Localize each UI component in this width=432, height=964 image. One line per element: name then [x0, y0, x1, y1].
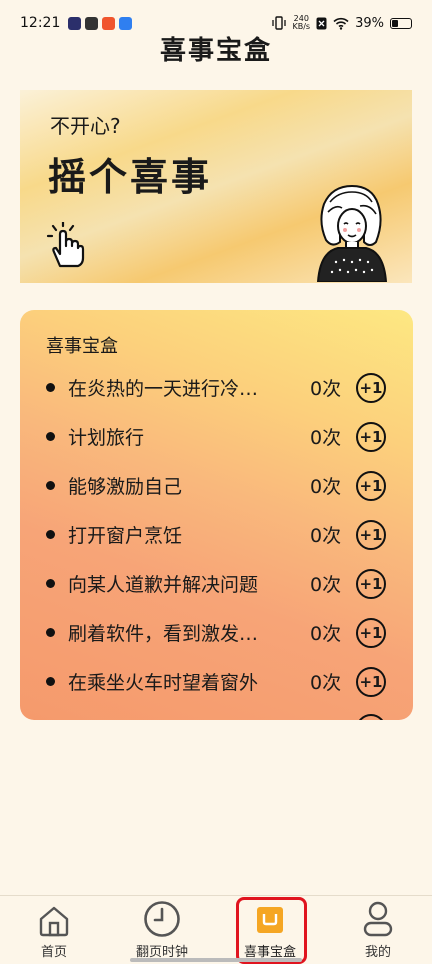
- item-count: 0次: [310, 672, 342, 694]
- plus-one-button[interactable]: +1: [356, 568, 386, 599]
- bullet-icon: [46, 677, 55, 686]
- home-indicator[interactable]: [130, 958, 302, 962]
- item-count: 0次: [310, 476, 342, 498]
- list-item: 在乘坐火车时望着窗外 0次 +1: [20, 657, 413, 706]
- bullet-icon: [46, 628, 55, 637]
- nav-label-home: 首页: [40, 945, 67, 960]
- banner-title: 摇个喜事: [48, 155, 213, 199]
- item-text: 刷着软件，看到激发…: [68, 623, 259, 645]
- item-count: 0次: [310, 427, 342, 449]
- plus-one-button[interactable]: +1: [356, 421, 386, 452]
- item-text: 能够激励自己: [68, 476, 183, 498]
- nav-item-home[interactable]: 首页: [0, 896, 108, 964]
- nav-item-flip-clock[interactable]: 翻页时钟: [108, 896, 216, 964]
- notification-icons: [68, 16, 133, 30]
- happy-box-card: 喜事宝盒 在炎热的一天进行冷… 0次 +1 计划旅行 0次 +1 能够激励自己 …: [20, 310, 413, 720]
- nav-label-me: 我的: [364, 945, 391, 960]
- list-item: 向某人道歉并解决问题 0次 +1: [20, 559, 413, 608]
- girl-illustration: [316, 184, 388, 282]
- list-item: 打开窗户烹饪 0次 +1: [20, 510, 413, 559]
- plus-one-button-partial[interactable]: [356, 714, 386, 720]
- app-notification-icon: [68, 16, 82, 30]
- bullet-icon: [46, 530, 55, 539]
- item-text: 向某人道歉并解决问题: [68, 574, 259, 596]
- list-item: 计划旅行 0次 +1: [20, 412, 413, 461]
- battery-percent: 39%: [355, 15, 384, 31]
- nav-item-me[interactable]: 我的: [324, 896, 432, 964]
- vibrate-icon: [272, 16, 287, 30]
- banner-subtitle: 不开心?: [50, 114, 121, 138]
- person-icon: [363, 901, 393, 937]
- page-title: 喜事宝盒: [159, 36, 272, 66]
- item-text: 在乘坐火车时望着窗外: [68, 672, 259, 694]
- net-speed: 240 KB/s: [292, 14, 311, 31]
- bullet-icon: [46, 579, 55, 588]
- sim-off-icon: [316, 17, 327, 29]
- item-count: 0次: [310, 525, 342, 547]
- item-text: 在炎热的一天进行冷…: [68, 378, 259, 400]
- plus-one-button[interactable]: +1: [356, 617, 386, 648]
- selection-highlight: [236, 897, 307, 964]
- plus-one-button[interactable]: +1: [356, 666, 386, 697]
- item-text: 打开窗户烹饪: [68, 525, 183, 547]
- item-count: 0次: [310, 378, 342, 400]
- status-time: 12:21: [20, 15, 61, 31]
- item-count: 0次: [310, 574, 342, 596]
- wifi-icon: [333, 17, 349, 30]
- tap-hand-icon: [46, 222, 85, 268]
- list-item: 在炎热的一天进行冷… 0次 +1: [20, 363, 413, 412]
- plus-one-button[interactable]: +1: [356, 372, 386, 403]
- shake-banner[interactable]: 不开心? 摇个喜事: [20, 90, 412, 283]
- app-notification-icon: [102, 16, 116, 30]
- item-count: 0次: [310, 623, 342, 645]
- plus-one-button[interactable]: +1: [356, 519, 386, 550]
- bullet-icon: [46, 481, 55, 490]
- list-item: 刷着软件，看到激发… 0次 +1: [20, 608, 413, 657]
- bottom-nav: 首页 翻页时钟 喜事宝盒 我的: [0, 895, 432, 964]
- app-notification-icon: [119, 16, 133, 30]
- item-text: 计划旅行: [68, 427, 145, 449]
- list-item: 能够激励自己 0次 +1: [20, 461, 413, 510]
- bullet-icon: [46, 432, 55, 441]
- box-title: 喜事宝盒: [46, 336, 118, 357]
- app-notification-icon: [85, 16, 99, 30]
- happy-list[interactable]: 在炎热的一天进行冷… 0次 +1 计划旅行 0次 +1 能够激励自己 0次 +1…: [20, 363, 413, 706]
- bullet-icon: [46, 383, 55, 392]
- status-right: 240 KB/s 39%: [272, 15, 412, 31]
- home-icon: [39, 906, 69, 937]
- battery-icon: [390, 17, 412, 29]
- clock-icon: [144, 901, 180, 937]
- plus-one-button[interactable]: +1: [356, 470, 386, 501]
